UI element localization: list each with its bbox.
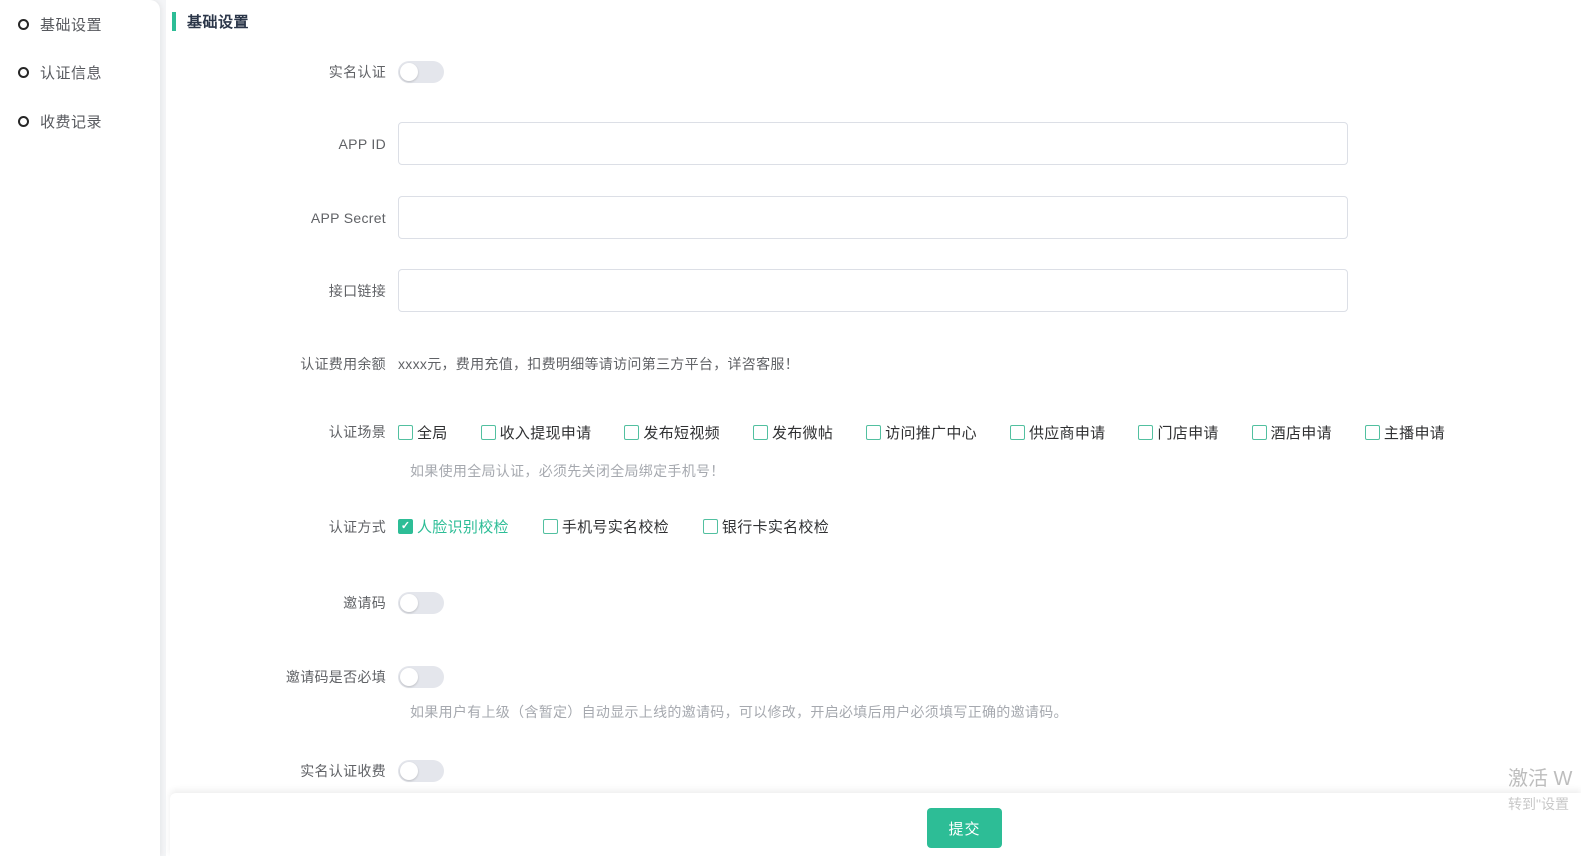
auth-scenes-hint: 如果使用全局认证，必须先关闭全局绑定手机号！ bbox=[410, 461, 725, 481]
api-url-label: 接口链接 bbox=[166, 281, 398, 301]
form-footer: 提交 bbox=[170, 793, 1581, 856]
invite-code-required-hint: 如果用户有上级（含暂定）自动显示上线的邀请码，可以修改，开启必填后用户必须填写正… bbox=[410, 702, 1068, 722]
toggle-knob-icon bbox=[400, 63, 418, 81]
realname-auth-fee-label: 实名认证收费 bbox=[166, 760, 398, 782]
checkbox-icon: ✓ bbox=[1365, 425, 1380, 440]
page-title: 基础设置 bbox=[187, 11, 249, 32]
sidebar-item-auth-info[interactable]: 认证信息 bbox=[18, 60, 102, 84]
checkbox-scene-short-video[interactable]: ✓ 发布短视频 bbox=[624, 422, 720, 443]
checkbox-icon: ✓ bbox=[624, 425, 639, 440]
app-id-input[interactable] bbox=[398, 122, 1348, 165]
app-secret-label: APP Secret bbox=[166, 210, 398, 226]
checkbox-icon: ✓ bbox=[1010, 425, 1025, 440]
radio-circle-icon bbox=[18, 67, 29, 78]
radio-circle-icon bbox=[18, 116, 29, 127]
app-id-label: APP ID bbox=[166, 136, 398, 152]
toggle-knob-icon bbox=[400, 762, 418, 780]
fee-balance-label: 认证费用余额 bbox=[166, 354, 398, 374]
checkbox-icon: ✓ bbox=[1252, 425, 1267, 440]
checkbox-scene-micro-post[interactable]: ✓ 发布微帖 bbox=[753, 422, 833, 443]
settings-sidebar: 基础设置 认证信息 收费记录 bbox=[0, 0, 160, 856]
sidebar-item-label: 认证信息 bbox=[40, 62, 102, 83]
sidebar-item-charge-records[interactable]: 收费记录 bbox=[18, 109, 102, 133]
checkbox-scene-anchor-apply[interactable]: ✓ 主播申请 bbox=[1365, 422, 1445, 443]
realname-auth-toggle[interactable] bbox=[398, 61, 444, 83]
toggle-knob-icon bbox=[400, 668, 418, 686]
checkbox-method-bankcard-check[interactable]: ✓ 银行卡实名校检 bbox=[703, 516, 829, 537]
checkbox-icon: ✓ bbox=[866, 425, 881, 440]
check-icon: ✓ bbox=[401, 521, 410, 532]
sidebar-item-label: 基础设置 bbox=[40, 14, 102, 35]
checkbox-method-face-check[interactable]: ✓ 人脸识别校检 bbox=[398, 516, 509, 537]
checkbox-scene-global[interactable]: ✓ 全局 bbox=[398, 422, 448, 443]
auth-scenes-label: 认证场景 bbox=[166, 424, 398, 441]
page-header: 基础设置 bbox=[172, 10, 249, 32]
app-secret-input[interactable] bbox=[398, 196, 1348, 239]
checkbox-scene-withdraw-apply[interactable]: ✓ 收入提现申请 bbox=[481, 422, 592, 443]
checkbox-icon: ✓ bbox=[543, 519, 558, 534]
auth-methods-label: 认证方式 bbox=[166, 517, 398, 537]
invite-code-required-toggle[interactable] bbox=[398, 666, 444, 688]
checkbox-scene-supplier-apply[interactable]: ✓ 供应商申请 bbox=[1010, 422, 1106, 443]
checkbox-icon: ✓ bbox=[1138, 425, 1153, 440]
toggle-knob-icon bbox=[400, 594, 418, 612]
realname-auth-label: 实名认证 bbox=[166, 61, 398, 83]
main-panel: 基础设置 实名认证 APP ID APP Secret 接口链接 认证费用余额 bbox=[166, 0, 1581, 856]
invite-code-label: 邀请码 bbox=[166, 592, 398, 614]
checkbox-scene-store-apply[interactable]: ✓ 门店申请 bbox=[1138, 422, 1218, 443]
checkbox-icon: ✓ bbox=[481, 425, 496, 440]
checkbox-icon: ✓ bbox=[753, 425, 768, 440]
checkbox-icon: ✓ bbox=[398, 425, 413, 440]
title-accent-bar bbox=[172, 12, 176, 31]
fee-balance-value: xxxx元，费用充值，扣费明细等请访问第三方平台，详咨客服！ bbox=[398, 356, 799, 372]
radio-circle-icon bbox=[18, 19, 29, 30]
checkbox-scene-promo-center[interactable]: ✓ 访问推广中心 bbox=[866, 422, 977, 443]
sidebar-item-basic-settings[interactable]: 基础设置 bbox=[18, 12, 102, 36]
realname-auth-fee-toggle[interactable] bbox=[398, 760, 444, 782]
checkbox-icon: ✓ bbox=[703, 519, 718, 534]
checkbox-icon: ✓ bbox=[398, 519, 413, 534]
invite-code-toggle[interactable] bbox=[398, 592, 444, 614]
checkbox-method-phone-check[interactable]: ✓ 手机号实名校检 bbox=[543, 516, 669, 537]
invite-code-required-label: 邀请码是否必填 bbox=[166, 666, 398, 688]
api-url-input[interactable] bbox=[398, 269, 1348, 312]
sidebar-item-label: 收费记录 bbox=[40, 111, 102, 132]
submit-button[interactable]: 提交 bbox=[927, 808, 1002, 848]
checkbox-scene-hotel-apply[interactable]: ✓ 酒店申请 bbox=[1252, 422, 1332, 443]
